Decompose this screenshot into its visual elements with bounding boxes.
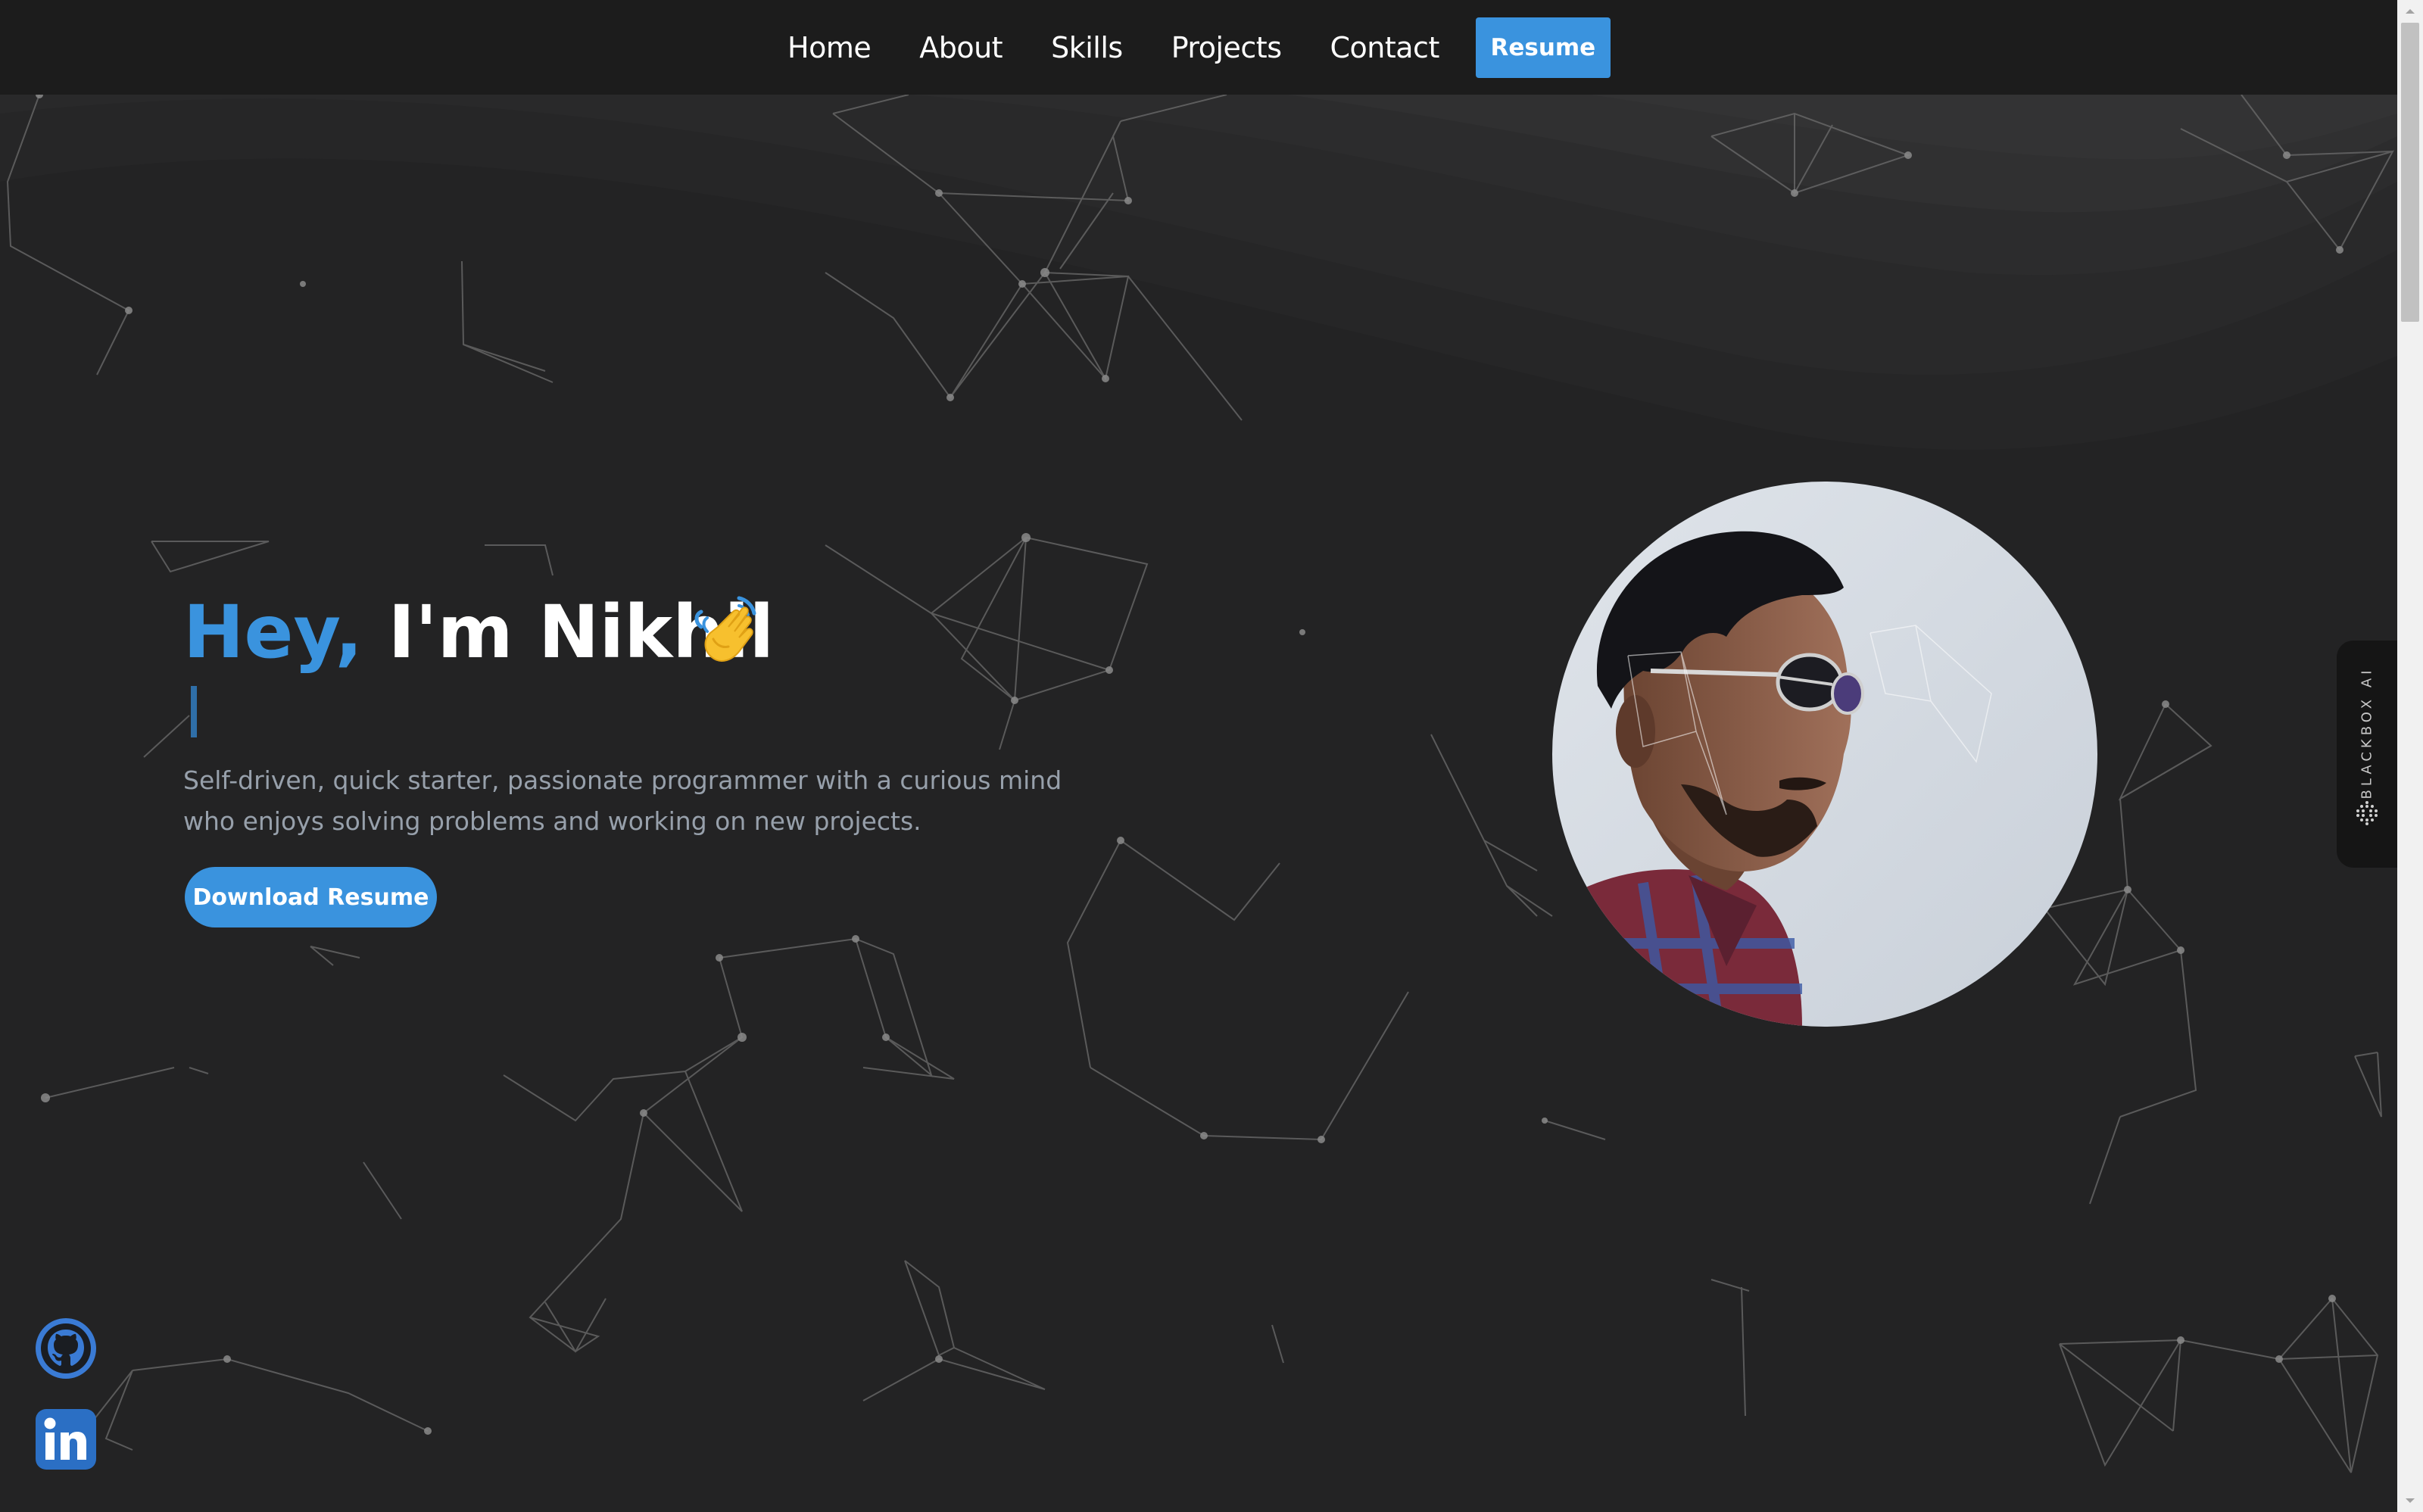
blackbox-ai-tab[interactable]: BLACKBOX AI xyxy=(2337,641,2397,868)
portfolio-page: Home About Skills Projects Contact Resum… xyxy=(0,0,2423,1512)
hero-greeting: Hey, xyxy=(183,590,363,675)
scroll-up-arrow-icon[interactable] xyxy=(2397,0,2423,23)
nav-menu: Home About Skills Projects Contact Resum… xyxy=(787,0,1611,95)
hero-title: Hey, I'm Nikhil xyxy=(183,587,774,678)
nav-contact-link[interactable]: Contact xyxy=(1330,31,1440,64)
scrollbar-thumb[interactable] xyxy=(2401,23,2419,322)
profile-photo xyxy=(1552,482,2097,1027)
download-resume-button[interactable]: Download Resume xyxy=(185,867,437,927)
scroll-down-arrow-icon[interactable] xyxy=(2397,1489,2423,1512)
nav-projects-link[interactable]: Projects xyxy=(1171,31,1282,64)
nav-resume-button[interactable]: Resume xyxy=(1475,17,1611,78)
github-icon[interactable] xyxy=(35,1317,97,1380)
nav-about-link[interactable]: About xyxy=(919,31,1003,64)
navbar: Home About Skills Projects Contact Resum… xyxy=(0,0,2397,95)
typing-caret xyxy=(191,686,197,737)
nav-skills-link[interactable]: Skills xyxy=(1051,31,1123,64)
linkedin-icon[interactable] xyxy=(35,1408,97,1470)
page-scrollbar[interactable] xyxy=(2397,0,2423,1512)
blackbox-ai-label: BLACKBOX AI xyxy=(2359,666,2375,800)
blackbox-logo-icon xyxy=(2356,801,2378,825)
waving-hand-icon xyxy=(694,596,756,662)
hero-description: Self-driven, quick starter, passionate p… xyxy=(183,765,1062,836)
nav-home-link[interactable]: Home xyxy=(787,31,872,64)
